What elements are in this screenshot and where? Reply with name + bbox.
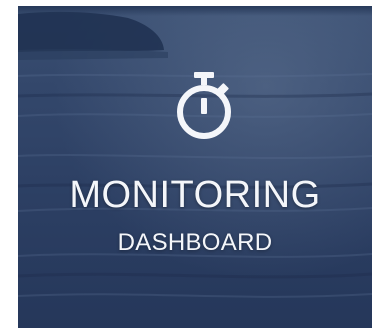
stopwatch-icon (177, 72, 231, 139)
tile-content: MONITORING DASHBOARD (18, 6, 372, 328)
monitoring-dashboard-tile[interactable]: MONITORING DASHBOARD (18, 6, 372, 328)
tile-title: MONITORING (69, 174, 321, 216)
tile-subtitle: DASHBOARD (117, 229, 273, 256)
